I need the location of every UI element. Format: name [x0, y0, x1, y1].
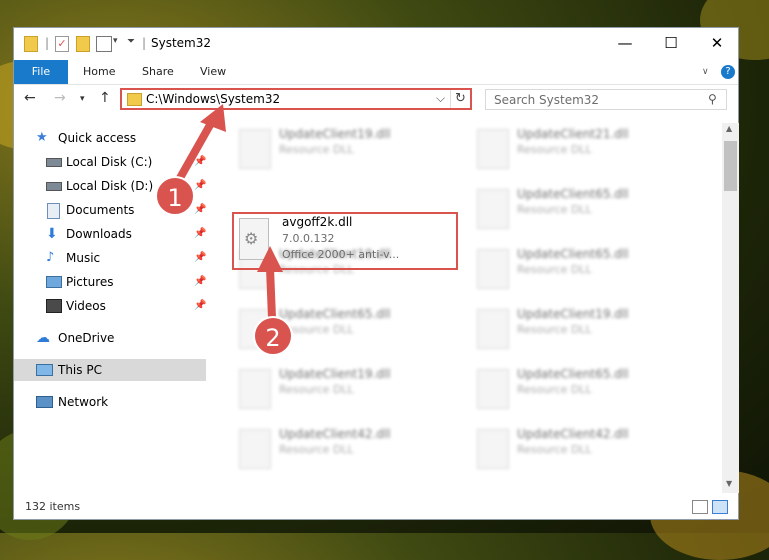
new-folder-icon[interactable]	[76, 36, 90, 52]
minimize-button[interactable]: —	[602, 28, 648, 58]
drive-icon	[46, 182, 62, 191]
dll-file-icon	[239, 129, 271, 169]
sidebar-item-this-pc[interactable]: This PC	[14, 359, 206, 381]
chevron-down-icon[interactable]: ▾	[113, 36, 118, 52]
properties-icon[interactable]: ✓	[55, 36, 69, 52]
computer-icon	[36, 364, 53, 376]
search-input[interactable]: Search System32	[494, 93, 599, 107]
pin-icon[interactable]: 📌	[194, 271, 206, 293]
callout-step-2: 2	[253, 316, 293, 356]
music-icon: ♪	[46, 250, 55, 265]
help-button[interactable]: ?	[721, 65, 735, 79]
sidebar-item-local-disk-c[interactable]: Local Disk (C:) 📌	[14, 151, 206, 173]
folder-icon[interactable]	[24, 36, 38, 52]
vertical-scrollbar[interactable]: ▲ ▼	[722, 123, 739, 493]
network-icon	[36, 396, 53, 408]
sidebar-item-music[interactable]: ♪ Music 📌	[14, 247, 206, 269]
sidebar-item-onedrive[interactable]: ☁ OneDrive	[14, 327, 206, 349]
list-item[interactable]: UpdateClient65.dll Resource DLL	[473, 185, 693, 235]
file-list: UpdateClient19.dll Resource DLL UpdateCl…	[207, 123, 722, 493]
up-button[interactable]: ↑	[99, 90, 111, 106]
expand-ribbon-icon[interactable]: ∨	[702, 60, 709, 84]
address-divider	[450, 90, 451, 108]
pin-icon[interactable]: 📌	[194, 175, 206, 197]
list-item[interactable]: UpdateClient19.dll Resource DLL	[235, 365, 455, 415]
dll-file-icon	[477, 189, 509, 229]
list-item[interactable]: UpdateClient65.dll Resource DLL	[473, 245, 693, 295]
tab-file[interactable]: File	[14, 60, 68, 84]
pin-icon[interactable]: 📌	[194, 295, 206, 317]
folder-icon	[127, 93, 142, 106]
search-icon[interactable]: ⚲	[708, 92, 717, 106]
pin-icon[interactable]: 📌	[194, 151, 206, 173]
customize-toolbar-icon[interactable]: ⏷	[127, 36, 135, 52]
address-bar[interactable]: C:\Windows\System32 ⌵ ↻	[120, 88, 472, 110]
callout-step-1: 1	[155, 176, 195, 216]
scroll-up-icon[interactable]: ▲	[726, 124, 732, 133]
forward-button[interactable]: →	[54, 90, 66, 106]
pin-icon[interactable]: 📌	[194, 247, 206, 269]
view-icon[interactable]	[96, 36, 112, 52]
cloud-icon: ☁	[36, 330, 50, 346]
list-item[interactable]: UpdateClient42.dll Resource DLL	[473, 425, 693, 475]
download-icon: ⬇	[46, 226, 58, 242]
title-bar: | ✓ ▾ ⏷ | System32 — ☐ ✕	[14, 28, 738, 60]
highlighted-file[interactable]: ⚙ avgoff2k.dll 7.0.0.132 Office 2000+ an…	[232, 212, 458, 270]
sidebar-item-videos[interactable]: Videos 📌	[14, 295, 206, 317]
tab-view[interactable]: View	[200, 60, 226, 84]
dll-file-icon	[477, 429, 509, 469]
close-button[interactable]: ✕	[694, 28, 740, 58]
document-icon	[47, 203, 60, 219]
pin-icon[interactable]: 📌	[194, 199, 206, 221]
details-view-icon[interactable]	[692, 500, 708, 514]
list-item[interactable]: UpdateClient19.dll Resource DLL	[235, 125, 455, 175]
separator: |	[45, 36, 50, 50]
address-row: ← → ▾ ↑ C:\Windows\System32 ⌵ ↻ Search S…	[14, 85, 738, 115]
video-icon	[46, 299, 62, 313]
explorer-window: | ✓ ▾ ⏷ | System32 — ☐ ✕ File Home Share…	[13, 27, 739, 520]
scrollbar-thumb[interactable]	[724, 141, 737, 191]
list-item[interactable]: UpdateClient65.dll Resource DLL	[473, 365, 693, 415]
file-description: Office 2000+ anti-v...	[282, 248, 400, 261]
file-name: avgoff2k.dll	[282, 215, 353, 229]
dll-file-icon	[477, 129, 509, 169]
list-item[interactable]: UpdateClient42.dll Resource DLL	[235, 425, 455, 475]
address-path[interactable]: C:\Windows\System32	[146, 92, 280, 106]
sidebar-item-quick-access[interactable]: ★ Quick access	[14, 127, 206, 149]
pin-icon[interactable]: 📌	[194, 223, 206, 245]
tab-home[interactable]: Home	[83, 60, 115, 84]
gear-icon: ⚙	[244, 229, 259, 248]
sidebar-item-pictures[interactable]: Pictures 📌	[14, 271, 206, 293]
scroll-down-icon[interactable]: ▼	[726, 479, 732, 488]
dll-file-icon: ⚙	[239, 218, 269, 260]
drive-icon	[46, 158, 62, 167]
pictures-icon	[46, 276, 62, 288]
recent-locations-button[interactable]: ▾	[80, 94, 85, 104]
dll-file-icon	[477, 309, 509, 349]
dll-file-icon	[239, 369, 271, 409]
dll-file-icon	[239, 429, 271, 469]
tab-share[interactable]: Share	[142, 60, 174, 84]
list-item[interactable]: UpdateClient19.dll Resource DLL	[473, 305, 693, 355]
file-version: 7.0.0.132	[282, 232, 335, 245]
chevron-down-icon[interactable]: ⌵	[436, 91, 445, 106]
item-count: 132 items	[25, 500, 81, 513]
maximize-button[interactable]: ☐	[648, 28, 694, 58]
sidebar-item-network[interactable]: Network	[14, 391, 206, 413]
window-title: System32	[151, 36, 212, 50]
dll-file-icon	[477, 249, 509, 289]
sidebar-item-downloads[interactable]: ⬇ Downloads 📌	[14, 223, 206, 245]
list-item[interactable]: UpdateClient21.dll Resource DLL	[473, 125, 693, 175]
search-box[interactable]: Search System32 ⚲	[485, 89, 727, 110]
dll-file-icon	[477, 369, 509, 409]
status-bar: 132 items	[14, 496, 738, 520]
separator: |	[142, 36, 147, 50]
ribbon: File Home Share View ∨ ?	[14, 60, 738, 85]
back-button[interactable]: ←	[24, 90, 36, 106]
star-icon: ★	[36, 130, 48, 145]
large-icons-view-icon[interactable]	[712, 500, 728, 514]
refresh-icon[interactable]: ↻	[455, 91, 466, 106]
